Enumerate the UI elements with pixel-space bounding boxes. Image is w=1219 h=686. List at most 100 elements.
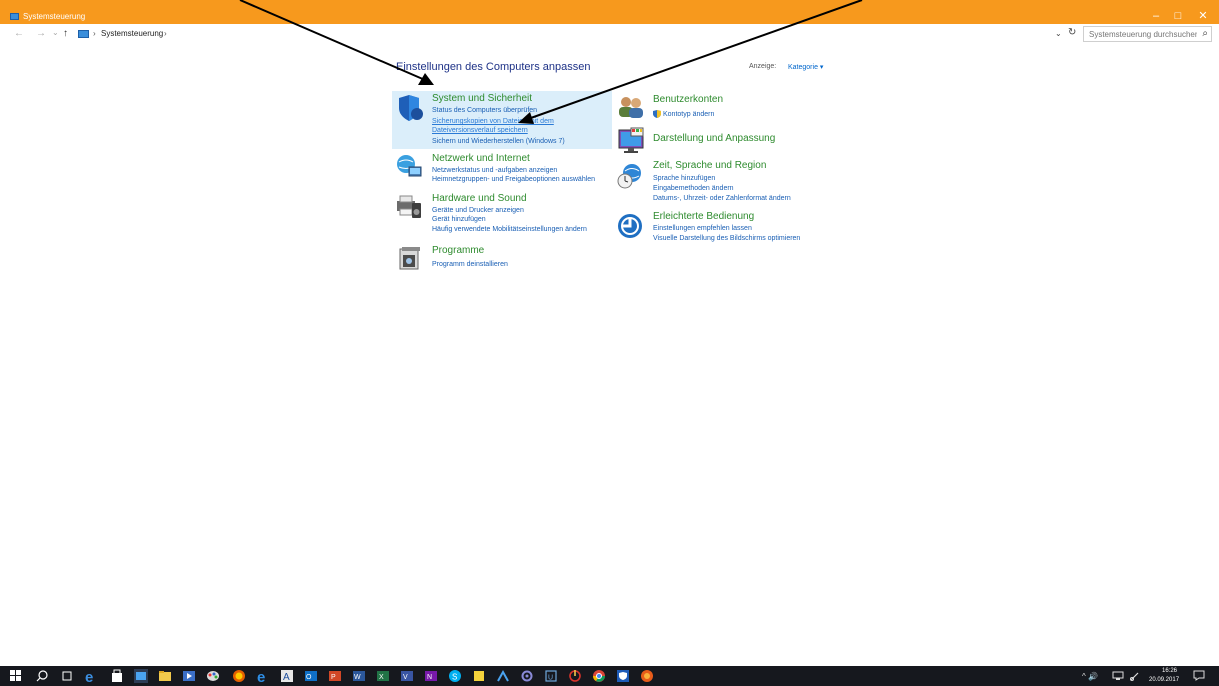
link-homegroup-sharing[interactable]: Heimnetzgruppen- und Freigabeoptionen au…: [432, 175, 595, 184]
windows-start-icon[interactable]: [10, 670, 21, 681]
link-mobility-settings[interactable]: Häufig verwendete Mobilitätseinstellunge…: [432, 225, 587, 234]
svg-text:P: P: [331, 674, 336, 681]
back-button[interactable]: ←: [14, 27, 24, 41]
control-panel-taskbar-icon[interactable]: [134, 669, 148, 683]
link-add-language[interactable]: Sprache hinzufügen: [653, 174, 715, 183]
store-icon[interactable]: [110, 669, 124, 683]
skype-icon[interactable]: S: [448, 669, 462, 683]
svg-text:O: O: [306, 674, 312, 681]
printer-speaker-icon[interactable]: [395, 193, 423, 221]
link-backup-restore-win7[interactable]: Sichern und Wiederherstellen (Windows 7): [432, 137, 565, 146]
sticky-notes-icon[interactable]: [472, 669, 486, 683]
file-explorer-icon[interactable]: [158, 669, 172, 683]
link-file-history-backup[interactable]: Sicherungskopien von Dateien mit dem: [432, 117, 554, 126]
chrome-icon[interactable]: [592, 669, 606, 683]
link-check-computer-status[interactable]: Status des Computers überprüfen: [432, 106, 537, 115]
link-network-status[interactable]: Netzwerkstatus und -aufgaben anzeigen: [432, 166, 557, 175]
word-icon[interactable]: W: [352, 669, 366, 683]
display-icon[interactable]: [617, 127, 645, 155]
link-devices-printers[interactable]: Geräte und Drucker anzeigen: [432, 206, 524, 215]
svg-text:e: e: [85, 669, 93, 683]
control-panel-icon: [10, 13, 19, 20]
link-date-time-format[interactable]: Datums-, Uhrzeit- oder Zahlenformat ände…: [653, 194, 791, 203]
globe-clock-icon[interactable]: [616, 162, 644, 190]
action-center-icon[interactable]: [1193, 670, 1205, 681]
shield-icon[interactable]: [396, 94, 424, 122]
refresh-button[interactable]: ↻: [1068, 27, 1076, 38]
category-time-language-region[interactable]: Zeit, Sprache und Region: [653, 160, 766, 172]
search-box[interactable]: ⌕: [1083, 26, 1212, 42]
svg-text:e: e: [257, 669, 265, 683]
close-button[interactable]: ✕: [1195, 9, 1211, 23]
window-title: Systemsteuerung: [23, 12, 86, 21]
category-system-security[interactable]: System und Sicherheit: [432, 93, 532, 105]
category-hardware-sound[interactable]: Hardware und Sound: [432, 193, 527, 205]
category-user-accounts[interactable]: Benutzerkonten: [653, 94, 723, 106]
breadcrumb-control-panel-icon[interactable]: [78, 30, 89, 38]
app-window-icon[interactable]: U: [544, 669, 558, 683]
category-appearance-personalization[interactable]: Darstellung und Anpassung: [653, 133, 775, 145]
minimize-button[interactable]: –: [1148, 9, 1164, 23]
link-change-input-methods[interactable]: Eingabemethoden ändern: [653, 184, 734, 193]
link-add-device[interactable]: Gerät hinzufügen: [432, 215, 486, 224]
orange-app-icon[interactable]: [640, 669, 654, 683]
window-titlebar: [0, 0, 1219, 24]
address-dropdown-button[interactable]: ⌄: [1055, 29, 1062, 38]
link-uninstall-program[interactable]: Programm deinstallieren: [432, 260, 508, 269]
excel-icon[interactable]: X: [376, 669, 390, 683]
movies-tv-icon[interactable]: [182, 669, 196, 683]
pen-tray-icon[interactable]: [1129, 671, 1141, 681]
breadcrumb-separator[interactable]: ›: [164, 29, 167, 39]
task-view-icon[interactable]: [60, 669, 74, 683]
network-globe-icon[interactable]: [395, 153, 423, 181]
view-label: Anzeige:: [749, 63, 777, 70]
outlook-icon[interactable]: O: [304, 669, 318, 683]
maximize-button[interactable]: □: [1170, 9, 1186, 23]
svg-text:N: N: [427, 674, 432, 681]
forward-button[interactable]: →: [36, 27, 46, 41]
recent-locations-button[interactable]: ⌄: [52, 26, 59, 40]
category-programs[interactable]: Programme: [432, 245, 484, 257]
search-input[interactable]: [1089, 28, 1197, 40]
category-ease-of-access[interactable]: Erleichterte Bedienung: [653, 211, 754, 223]
powerpoint-icon[interactable]: P: [328, 669, 342, 683]
search-icon[interactable]: [35, 669, 49, 683]
page-title: Einstellungen des Computers anpassen: [396, 61, 591, 73]
edge-browser-icon[interactable]: e: [84, 669, 98, 683]
breadcrumb-systemsteuerung[interactable]: Systemsteuerung: [101, 29, 163, 39]
breadcrumb-separator[interactable]: ›: [93, 29, 96, 39]
clock-time[interactable]: 16:26: [1162, 667, 1177, 675]
internet-explorer-icon[interactable]: e: [256, 669, 270, 683]
power-app-icon[interactable]: [568, 669, 582, 683]
clock-date[interactable]: 20.09.2017: [1149, 676, 1179, 684]
users-icon[interactable]: [617, 94, 645, 122]
settings-gear-icon[interactable]: [520, 669, 534, 683]
paint-icon[interactable]: [206, 669, 220, 683]
accessibility-icon[interactable]: [616, 212, 644, 240]
svg-text:W: W: [354, 674, 361, 681]
view-mode-dropdown[interactable]: Kategorie ▾: [788, 63, 823, 71]
shield-app-icon[interactable]: [616, 669, 630, 683]
category-network-internet[interactable]: Netzwerk und Internet: [432, 153, 530, 165]
network-tray-icon[interactable]: [1112, 671, 1124, 681]
snipping-tool-icon[interactable]: [496, 669, 510, 683]
firefox-icon[interactable]: [232, 669, 246, 683]
svg-text:S: S: [452, 673, 457, 682]
onenote-icon[interactable]: N: [424, 669, 438, 683]
programs-icon[interactable]: [397, 245, 425, 273]
uac-shield-icon: [653, 110, 661, 118]
link-optimize-visual-display[interactable]: Visuelle Darstellung des Bildschirms opt…: [653, 234, 800, 243]
arrow-head-1: [418, 73, 434, 85]
word-pad-icon[interactable]: A: [280, 669, 294, 683]
svg-text:X: X: [379, 674, 384, 681]
tray-icons[interactable]: ^ 🔊: [1082, 672, 1098, 682]
up-button[interactable]: ↑: [63, 27, 68, 41]
link-change-account-type[interactable]: Kontotyp ändern: [663, 110, 714, 119]
link-recommend-settings[interactable]: Einstellungen empfehlen lassen: [653, 224, 752, 233]
svg-text:V: V: [403, 674, 408, 681]
link-file-history-backup-2[interactable]: Dateiversionsverlauf speichern: [432, 126, 528, 135]
svg-text:U: U: [548, 675, 553, 682]
search-icon[interactable]: ⌕: [1202, 27, 1208, 41]
visio-icon[interactable]: V: [400, 669, 414, 683]
svg-text:A: A: [283, 672, 290, 683]
